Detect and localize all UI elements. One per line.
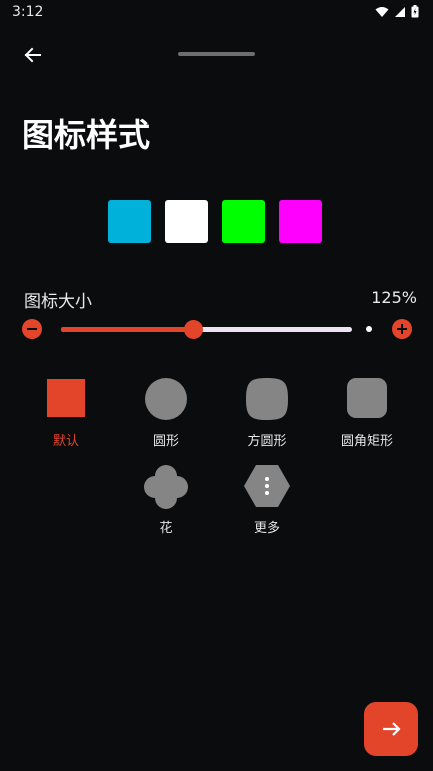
drag-handle[interactable] bbox=[178, 52, 255, 56]
increase-size-button[interactable] bbox=[392, 319, 412, 339]
slider-track-active[interactable] bbox=[61, 327, 193, 332]
slider-stop-indicator bbox=[366, 326, 372, 332]
color-swatch-white[interactable] bbox=[165, 200, 208, 243]
more-hexagon-icon bbox=[244, 465, 290, 507]
status-time: 3:12 bbox=[12, 4, 44, 20]
status-icons bbox=[375, 5, 419, 18]
shape-option-rounded-rect[interactable]: 圆角矩形 bbox=[322, 378, 412, 449]
battery-icon bbox=[411, 5, 419, 18]
circle-shape-icon bbox=[145, 378, 187, 420]
shape-option-circle[interactable]: 圆形 bbox=[121, 378, 211, 449]
wifi-icon bbox=[375, 6, 389, 17]
icon-size-slider-row bbox=[0, 318, 433, 342]
shape-option-more[interactable]: 更多 bbox=[222, 465, 312, 536]
color-swatches bbox=[108, 200, 322, 243]
color-swatch-green[interactable] bbox=[222, 200, 265, 243]
icon-size-value: 125% bbox=[371, 288, 417, 307]
minus-icon bbox=[27, 328, 37, 330]
more-dots-icon bbox=[265, 477, 269, 495]
shape-label-more: 更多 bbox=[253, 521, 280, 536]
shape-option-default[interactable]: 默认 bbox=[21, 378, 111, 449]
back-arrow-icon[interactable] bbox=[20, 42, 46, 68]
shape-label-rounded-rect: 圆角矩形 bbox=[340, 434, 393, 449]
signal-icon bbox=[395, 6, 405, 17]
page-title: 图标样式 bbox=[22, 116, 151, 154]
slider-track-inactive[interactable] bbox=[193, 327, 352, 332]
plus-icon-vertical bbox=[401, 324, 403, 334]
shape-label-squircle: 方圆形 bbox=[247, 434, 287, 449]
slider-thumb[interactable] bbox=[184, 320, 203, 339]
top-toolbar bbox=[0, 38, 433, 70]
decrease-size-button[interactable] bbox=[22, 319, 42, 339]
shape-label-default: 默认 bbox=[52, 434, 79, 449]
flower-shape-icon bbox=[144, 465, 188, 509]
next-button[interactable] bbox=[364, 702, 418, 756]
status-bar: 3:12 bbox=[0, 0, 433, 26]
shape-option-flower[interactable]: 花 bbox=[121, 465, 211, 536]
icon-size-label: 图标大小 bbox=[24, 292, 92, 312]
square-shape-icon bbox=[47, 379, 85, 417]
color-swatch-magenta[interactable] bbox=[279, 200, 322, 243]
color-swatch-cyan[interactable] bbox=[108, 200, 151, 243]
squircle-shape-icon bbox=[246, 378, 288, 420]
shape-label-flower: 花 bbox=[159, 521, 173, 536]
arrow-right-icon bbox=[383, 722, 401, 736]
shape-label-circle: 圆形 bbox=[152, 434, 179, 449]
rounded-rect-shape-icon bbox=[347, 378, 387, 418]
shape-option-squircle[interactable]: 方圆形 bbox=[222, 378, 312, 449]
